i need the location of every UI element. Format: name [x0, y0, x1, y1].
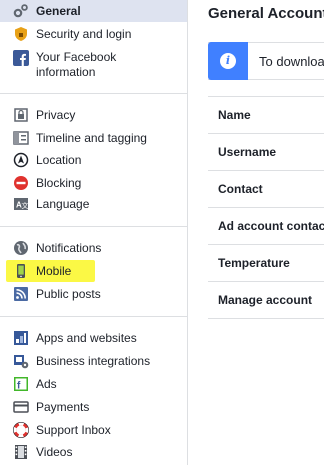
info-icon: i [220, 53, 236, 69]
settings-row-temperature[interactable]: Temperature [208, 245, 324, 282]
sidebar-item-privacy[interactable]: Privacy [0, 104, 187, 126]
row-label: Username [218, 145, 277, 159]
sidebar-item-security-and-login[interactable]: Security and login [0, 23, 187, 45]
sidebar-divider [0, 226, 187, 227]
row-label: Name [218, 108, 251, 122]
settings-row-username[interactable]: Username [208, 134, 324, 171]
sidebar-item-timeline-and-tagging[interactable]: Timeline and tagging [0, 127, 187, 149]
sidebar-item-ads[interactable]: f Ads [0, 373, 187, 395]
facebook-icon [13, 50, 29, 66]
svg-text:文: 文 [22, 201, 29, 210]
business-icon [13, 353, 29, 369]
settings-table: Name Username Contact Ad account contact… [208, 96, 324, 319]
sidebar-divider [0, 93, 187, 94]
row-label: Ad account contact [218, 219, 324, 233]
shield-icon [13, 26, 29, 42]
apps-icon [13, 330, 29, 346]
ads-icon: f [13, 376, 29, 392]
banner-icon-container: i [208, 42, 248, 80]
sidebar-item-label: Apps and websites [36, 330, 137, 345]
settings-row-ad-account-contact[interactable]: Ad account contact [208, 208, 324, 245]
sidebar-item-mobile[interactable]: Mobile [0, 260, 187, 282]
sidebar-divider [0, 316, 187, 317]
sidebar-item-apps-and-websites[interactable]: Apps and websites [0, 327, 187, 349]
info-banner[interactable]: i To download a copy of your Facebook da… [208, 42, 324, 80]
sidebar-item-label: Payments [36, 399, 90, 414]
sidebar-item-language[interactable]: A文 Language [0, 193, 187, 215]
timeline-icon [13, 130, 29, 146]
globe-icon [13, 240, 29, 256]
row-label: Manage account [218, 293, 313, 307]
gear-icon [13, 3, 29, 19]
sidebar-item-blocking[interactable]: Blocking [0, 172, 187, 194]
language-icon: A文 [13, 196, 29, 212]
settings-row-manage-account[interactable]: Manage account [208, 282, 324, 319]
main-content: General Account Settings i To download a… [189, 0, 324, 465]
sidebar-item-your-facebook-information[interactable]: Your Facebook information [0, 49, 187, 83]
sidebar-item-label: Videos [36, 444, 73, 459]
sidebar-item-business-integrations[interactable]: Business integrations [0, 350, 187, 372]
sidebar-item-label: Public posts [36, 286, 101, 301]
sidebar-item-label: Ads [36, 376, 57, 391]
row-label: Contact [218, 182, 263, 196]
sidebar-item-label: Location [36, 152, 82, 167]
settings-row-name[interactable]: Name [208, 97, 324, 134]
sidebar-item-label: Privacy [36, 107, 76, 122]
banner-text: To download a copy of your Facebook data… [259, 54, 324, 69]
sidebar-item-label: Business integrations [36, 353, 151, 368]
block-icon [13, 175, 29, 191]
sidebar-item-notifications[interactable]: Notifications [0, 237, 187, 259]
page-title: General Account Settings [208, 5, 324, 22]
sidebar-item-label: Language [36, 196, 90, 211]
settings-sidebar: General Security and login Your Facebook… [0, 0, 188, 465]
sidebar-item-label: Notifications [36, 240, 102, 255]
sidebar-item-label: General [36, 3, 81, 18]
sidebar-item-videos[interactable]: Videos [0, 441, 187, 463]
sidebar-item-label: Timeline and tagging [36, 130, 147, 145]
sidebar-item-label: Blocking [36, 175, 82, 190]
sidebar-item-payments[interactable]: Payments [0, 396, 187, 418]
sidebar-item-location[interactable]: Location [0, 149, 187, 171]
film-icon [13, 444, 29, 460]
lock-icon [13, 107, 29, 123]
row-label: Temperature [218, 256, 290, 270]
location-icon [13, 152, 29, 168]
mobile-icon [13, 263, 29, 279]
sidebar-item-label: Security and login [36, 26, 132, 41]
lifebuoy-icon [13, 422, 29, 438]
sidebar-item-label: Your Facebook information [36, 50, 117, 79]
card-icon [13, 399, 29, 415]
sidebar-item-general[interactable]: General [0, 0, 187, 22]
sidebar-item-public-posts[interactable]: Public posts [0, 283, 187, 305]
sidebar-item-support-inbox[interactable]: Support Inbox [0, 419, 187, 441]
sidebar-item-label: Mobile [36, 263, 72, 278]
rss-icon [13, 286, 29, 302]
sidebar-item-label: Support Inbox [36, 422, 111, 437]
settings-row-contact[interactable]: Contact [208, 171, 324, 208]
